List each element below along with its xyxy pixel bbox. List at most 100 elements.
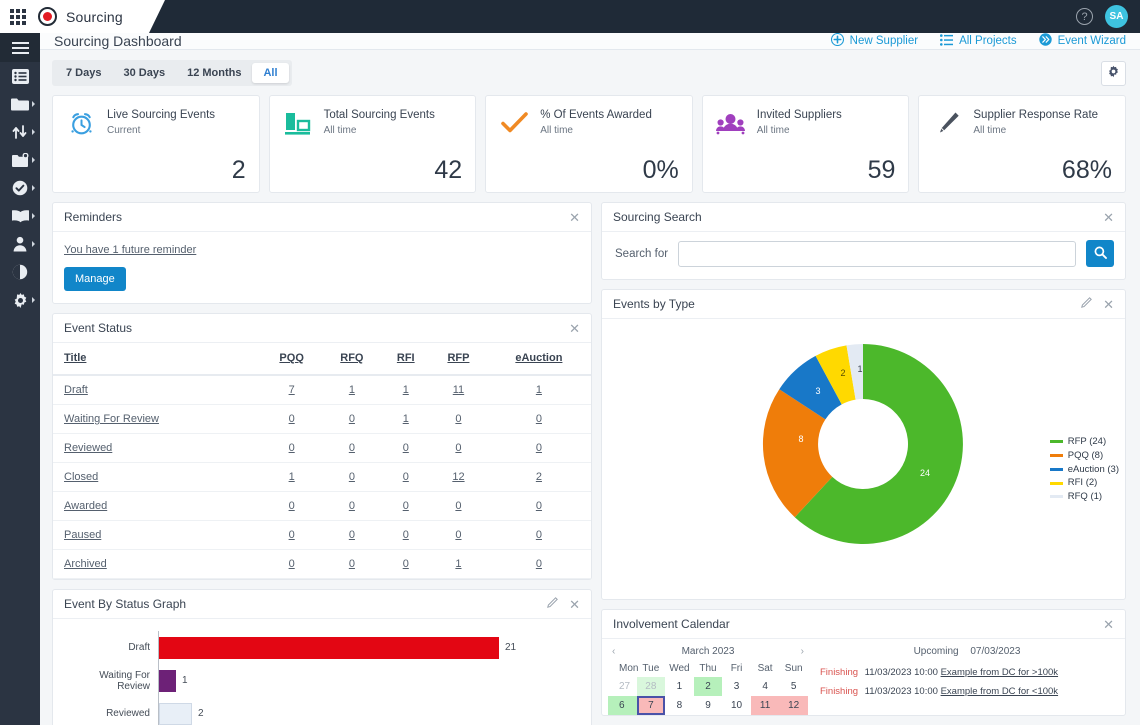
- cell-value[interactable]: 0: [455, 413, 461, 425]
- calendar-day[interactable]: 3: [722, 677, 751, 696]
- range-7-days[interactable]: 7 Days: [55, 63, 112, 83]
- kpi-card[interactable]: Invited Suppliers All time 59: [702, 95, 910, 193]
- kpi-card[interactable]: % Of Events Awarded All time 0%: [485, 95, 693, 193]
- future-reminder-link[interactable]: You have 1 future reminder: [64, 244, 196, 256]
- cell-value[interactable]: 1: [349, 384, 355, 396]
- close-icon[interactable]: ✕: [1103, 618, 1114, 631]
- pencil-icon[interactable]: [547, 597, 558, 611]
- row-title-link[interactable]: Draft: [64, 384, 88, 396]
- event-wizard-button[interactable]: Event Wizard: [1039, 33, 1126, 49]
- range-all[interactable]: All: [252, 63, 288, 83]
- kpi-card[interactable]: Live Sourcing Events Current 2: [52, 95, 260, 193]
- col-rfi[interactable]: RFI: [381, 343, 430, 375]
- cell-value[interactable]: 0: [536, 529, 542, 541]
- sidebar-item-library[interactable]: [0, 202, 40, 230]
- row-title-link[interactable]: Waiting For Review: [64, 413, 159, 425]
- new-supplier-button[interactable]: New Supplier: [831, 33, 918, 49]
- calendar-day[interactable]: 28: [637, 677, 666, 696]
- cell-value[interactable]: 1: [289, 471, 295, 483]
- cell-value[interactable]: 0: [403, 558, 409, 570]
- cell-value[interactable]: 1: [455, 558, 461, 570]
- cell-value[interactable]: 0: [289, 413, 295, 425]
- cell-value[interactable]: 0: [289, 529, 295, 541]
- sidebar-menu-toggle[interactable]: [0, 33, 40, 62]
- sidebar-item-suppliers[interactable]: [0, 230, 40, 258]
- event-name-link[interactable]: Example from DC for >100k: [941, 667, 1058, 678]
- col-eauction[interactable]: eAuction: [487, 343, 591, 375]
- sidebar-item-approvals[interactable]: [0, 174, 40, 202]
- kpi-card[interactable]: Supplier Response Rate All time 68%: [918, 95, 1126, 193]
- calendar-day[interactable]: 11: [751, 696, 780, 715]
- calendar-day[interactable]: 27: [608, 677, 637, 696]
- cell-value[interactable]: 0: [289, 500, 295, 512]
- col-rfq[interactable]: RFQ: [322, 343, 381, 375]
- sidebar-item-reports[interactable]: [0, 258, 40, 286]
- cell-value[interactable]: 0: [455, 529, 461, 541]
- calendar-day-selected[interactable]: 7: [637, 696, 666, 715]
- cell-value[interactable]: 0: [349, 471, 355, 483]
- cell-value[interactable]: 11: [453, 384, 464, 396]
- row-title-link[interactable]: Awarded: [64, 500, 107, 512]
- cell-value[interactable]: 0: [536, 500, 542, 512]
- apps-grid-icon[interactable]: [10, 9, 26, 25]
- event-name-link[interactable]: Example from DC for <100k: [941, 686, 1058, 697]
- pencil-icon[interactable]: [1081, 297, 1092, 311]
- cell-value[interactable]: 0: [349, 413, 355, 425]
- cell-value[interactable]: 0: [455, 442, 461, 454]
- cell-value[interactable]: 0: [403, 442, 409, 454]
- calendar-day[interactable]: 8: [665, 696, 694, 715]
- cell-value[interactable]: 0: [536, 558, 542, 570]
- cell-value[interactable]: 12: [452, 471, 464, 483]
- close-icon[interactable]: ✕: [569, 322, 580, 335]
- cell-value[interactable]: 1: [536, 384, 542, 396]
- col-pqq[interactable]: PQQ: [261, 343, 322, 375]
- cell-value[interactable]: 1: [403, 384, 409, 396]
- cell-value[interactable]: 0: [289, 442, 295, 454]
- sidebar-item-list[interactable]: [0, 62, 40, 90]
- calendar-day[interactable]: 6: [608, 696, 637, 715]
- calendar-prev-button[interactable]: ‹: [612, 646, 626, 657]
- sidebar-item-folder[interactable]: [0, 90, 40, 118]
- cell-value[interactable]: 0: [536, 413, 542, 425]
- calendar-day[interactable]: 5: [779, 677, 808, 696]
- calendar-day[interactable]: 1: [665, 677, 694, 696]
- help-circle-icon[interactable]: ?: [1076, 8, 1093, 25]
- cell-value[interactable]: 0: [349, 529, 355, 541]
- cell-value[interactable]: 7: [289, 384, 295, 396]
- cell-value[interactable]: 0: [289, 558, 295, 570]
- cell-value[interactable]: 1: [403, 413, 409, 425]
- search-button[interactable]: [1086, 240, 1114, 267]
- row-title-link[interactable]: Archived: [64, 558, 107, 570]
- sidebar-item-transfer[interactable]: [0, 118, 40, 146]
- col-rfp[interactable]: RFP: [430, 343, 487, 375]
- close-icon[interactable]: ✕: [1103, 298, 1114, 311]
- range-12-months[interactable]: 12 Months: [176, 63, 252, 83]
- close-icon[interactable]: ✕: [1103, 211, 1114, 224]
- calendar-day[interactable]: 10: [722, 696, 751, 715]
- range-30-days[interactable]: 30 Days: [112, 63, 176, 83]
- cell-value[interactable]: 2: [536, 471, 542, 483]
- manage-button[interactable]: Manage: [64, 267, 126, 291]
- cell-value[interactable]: 0: [455, 500, 461, 512]
- sidebar-item-settings[interactable]: [0, 286, 40, 314]
- cell-value[interactable]: 0: [536, 442, 542, 454]
- dashboard-settings-button[interactable]: [1101, 61, 1126, 86]
- row-title-link[interactable]: Reviewed: [64, 442, 112, 454]
- calendar-day[interactable]: 9: [694, 696, 723, 715]
- calendar-day[interactable]: 4: [751, 677, 780, 696]
- calendar-next-button[interactable]: ›: [790, 646, 804, 657]
- avatar[interactable]: SA: [1105, 5, 1128, 28]
- close-icon[interactable]: ✕: [569, 211, 580, 224]
- all-projects-button[interactable]: All Projects: [940, 34, 1017, 49]
- close-icon[interactable]: ✕: [569, 598, 580, 611]
- calendar-day[interactable]: 12: [779, 696, 808, 715]
- search-input[interactable]: [678, 241, 1076, 267]
- row-title-link[interactable]: Closed: [64, 471, 98, 483]
- row-title-link[interactable]: Paused: [64, 529, 101, 541]
- cell-value[interactable]: 0: [349, 500, 355, 512]
- cell-value[interactable]: 0: [403, 500, 409, 512]
- cell-value[interactable]: 0: [349, 442, 355, 454]
- cell-value[interactable]: 0: [403, 529, 409, 541]
- kpi-card[interactable]: Total Sourcing Events All time 42: [269, 95, 477, 193]
- cell-value[interactable]: 0: [403, 471, 409, 483]
